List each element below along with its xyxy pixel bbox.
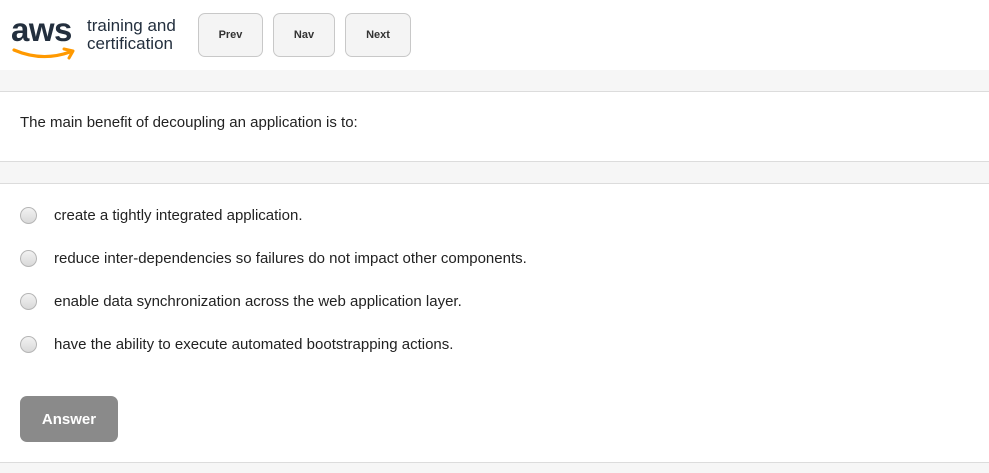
prev-button[interactable]: Prev: [198, 13, 263, 57]
answer-option-label: enable data synchronization across the w…: [54, 292, 462, 310]
logo-tagline: training and certification: [87, 17, 176, 53]
logo-aws-wordmark: aws: [11, 11, 72, 48]
answer-option-1[interactable]: create a tightly integrated application.: [20, 204, 303, 226]
radio-button-1[interactable]: [20, 206, 37, 224]
aws-training-logo[interactable]: aws training and certification: [10, 11, 180, 62]
logo-tagline-line1: training and: [87, 16, 176, 35]
aws-smile-icon: [12, 47, 75, 60]
answer-option-label: reduce inter-dependencies so failures do…: [54, 249, 527, 267]
radio-button-2[interactable]: [20, 249, 37, 267]
answer-option-label: create a tightly integrated application.: [54, 206, 303, 224]
answers-panel: create a tightly integrated application.…: [0, 183, 989, 463]
answer-option-3[interactable]: enable data synchronization across the w…: [20, 290, 462, 312]
radio-button-4[interactable]: [20, 335, 37, 353]
header-bar: aws training and certification Prev Nav …: [0, 0, 989, 70]
next-button[interactable]: Next: [345, 13, 411, 57]
answer-option-4[interactable]: have the ability to execute automated bo…: [20, 333, 453, 355]
logo-tagline-line2: certification: [87, 34, 173, 53]
question-text: The main benefit of decoupling an applic…: [20, 114, 358, 131]
question-panel: The main benefit of decoupling an applic…: [0, 91, 989, 162]
answer-option-label: have the ability to execute automated bo…: [54, 335, 454, 353]
answer-button[interactable]: Answer: [20, 396, 118, 442]
nav-button[interactable]: Nav: [273, 13, 335, 57]
answer-option-2[interactable]: reduce inter-dependencies so failures do…: [20, 247, 527, 269]
radio-button-3[interactable]: [20, 292, 37, 310]
